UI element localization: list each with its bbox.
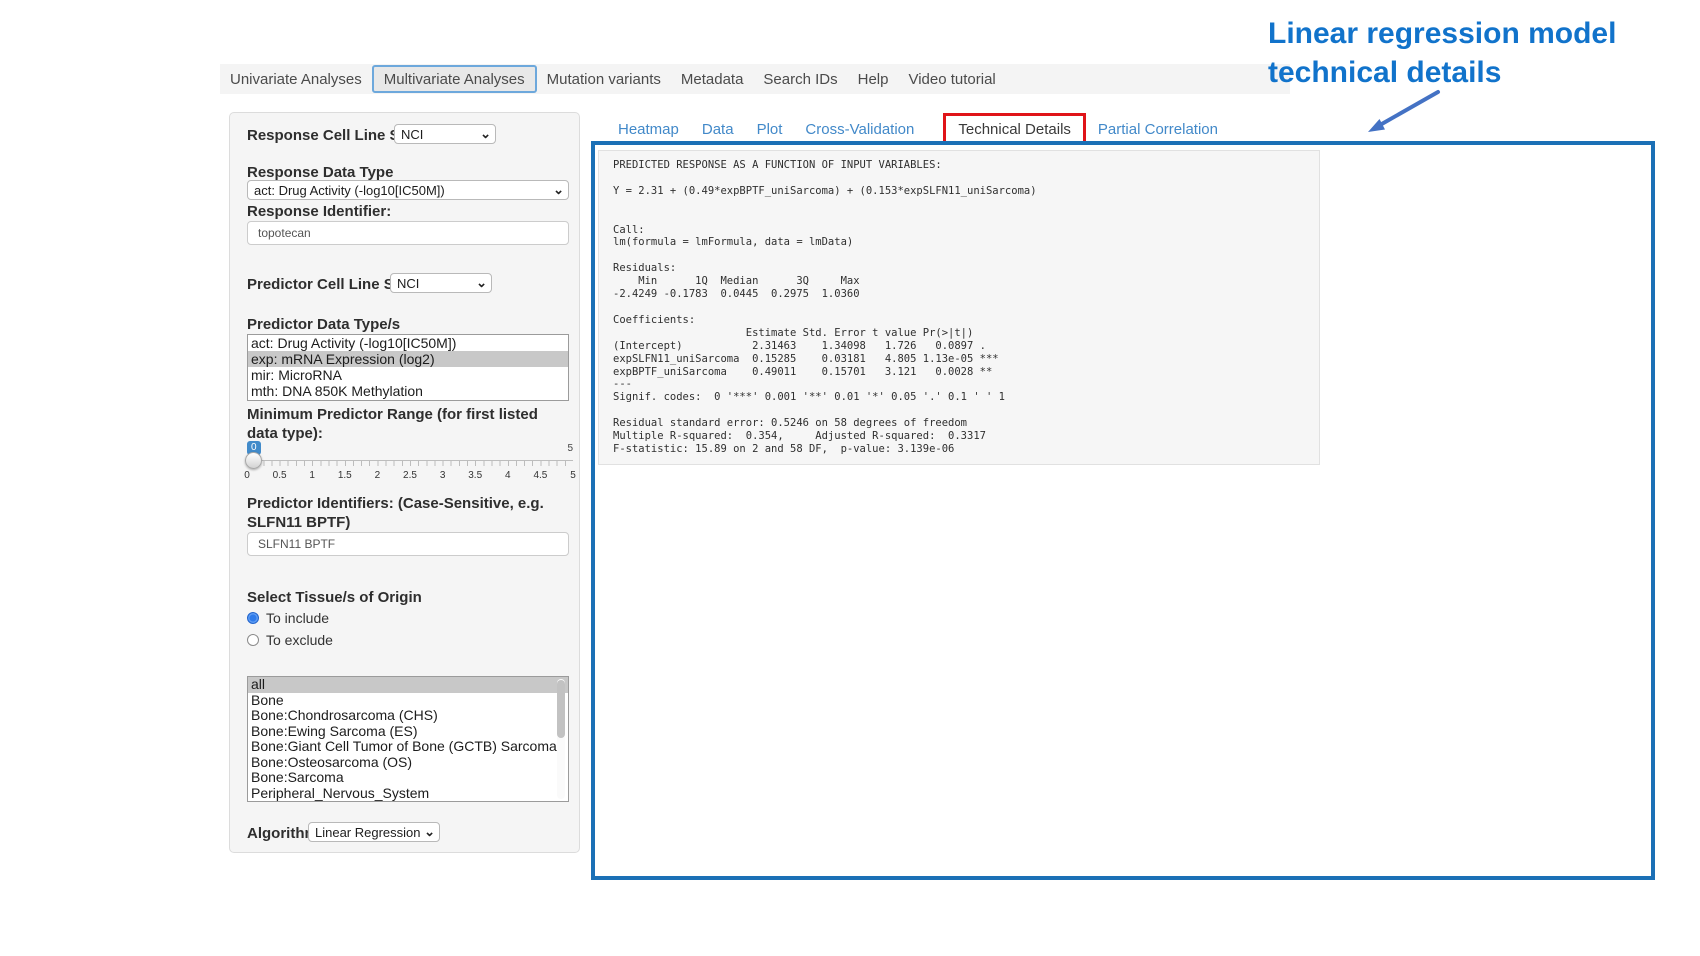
list-item[interactable]: mir: MicroRNA: [248, 367, 568, 383]
list-item[interactable]: Bone:Chondrosarcoma (CHS): [248, 708, 568, 724]
list-item[interactable]: exp: mRNA Expression (log2): [248, 351, 568, 367]
tab-plot[interactable]: Plot: [757, 121, 783, 138]
response-data-type-label: Response Data Type: [247, 164, 567, 181]
tick-label: 3.5: [468, 470, 482, 481]
predictor-cell-line-set-select[interactable]: NCI ⌄: [390, 273, 492, 293]
list-item[interactable]: mth: DNA 850K Methylation: [248, 383, 568, 399]
tick-label: 5: [570, 470, 576, 481]
annotation-line-2: technical details: [1268, 53, 1688, 92]
tab-heatmap[interactable]: Heatmap: [618, 121, 679, 138]
tick-label: 2.5: [403, 470, 417, 481]
app-screen: Univariate Analyses Multivariate Analyse…: [0, 0, 1700, 956]
tick-label: 4: [505, 470, 511, 481]
nav-help[interactable]: Help: [848, 64, 899, 94]
chevron-down-icon: ⌄: [424, 827, 435, 837]
slider-tick-labels: 0 0.5 1 1.5 2 2.5 3 3.5 4 4.5 5: [247, 470, 573, 482]
nav-video-tutorial[interactable]: Video tutorial: [898, 64, 1005, 94]
list-item[interactable]: Bone:Osteosarcoma (OS): [248, 755, 568, 771]
nav-mutation-variants[interactable]: Mutation variants: [537, 64, 671, 94]
response-identifier-input[interactable]: [247, 221, 569, 245]
tissue-include-label: To include: [266, 610, 329, 626]
annotation-arrow-icon: [1358, 86, 1454, 138]
response-data-type-value: act: Drug Activity (-log10[IC50M]): [254, 183, 550, 198]
algorithm-select[interactable]: Linear Regression ⌄: [308, 822, 440, 842]
radio-unselected-icon[interactable]: [247, 634, 259, 646]
tab-cross-validation[interactable]: Cross-Validation: [805, 121, 914, 138]
chevron-down-icon: ⌄: [553, 185, 564, 195]
tick-label: 1.5: [338, 470, 352, 481]
tick-label: 2: [375, 470, 381, 481]
predictor-data-types-label: Predictor Data Type/s: [247, 316, 567, 333]
sidebar-form: Response Cell Line Set NCI ⌄ Response Da…: [229, 112, 580, 853]
predictor-cell-line-set-value: NCI: [397, 276, 473, 291]
response-cell-line-set-select[interactable]: NCI ⌄: [394, 124, 496, 144]
response-identifier-label: Response Identifier:: [247, 203, 567, 220]
tick-label: 3: [440, 470, 446, 481]
technical-details-panel: PREDICTED RESPONSE AS A FUNCTION OF INPU…: [591, 141, 1655, 880]
top-nav: Univariate Analyses Multivariate Analyse…: [220, 64, 1290, 94]
list-item[interactable]: all: [248, 677, 568, 693]
nav-univariate-analyses[interactable]: Univariate Analyses: [220, 64, 372, 94]
r-model-output: PREDICTED RESPONSE AS A FUNCTION OF INPU…: [598, 150, 1320, 465]
tissue-include-radio-row[interactable]: To include: [247, 610, 329, 626]
scrollbar-thumb[interactable]: [557, 680, 565, 738]
list-item[interactable]: Peripheral_Nervous_System: [248, 786, 568, 802]
algorithm-value: Linear Regression: [315, 825, 421, 840]
tab-data[interactable]: Data: [702, 121, 734, 138]
annotation-text: Linear regression model technical detail…: [1268, 14, 1688, 92]
slider-max-label: 5: [567, 443, 573, 454]
radio-selected-icon[interactable]: [247, 612, 259, 624]
tick-label: 1: [309, 470, 315, 481]
tab-partial-correlation[interactable]: Partial Correlation: [1098, 121, 1218, 138]
list-item[interactable]: Bone:Giant Cell Tumor of Bone (GCTB) Sar…: [248, 739, 568, 755]
response-cell-line-set-value: NCI: [401, 127, 477, 142]
min-predictor-range-slider: 0 5 0 0.5 1 1.5 2 2.5 3 3.5 4 4.5 5: [247, 441, 573, 489]
predictor-identifiers-label: Predictor Identifiers: (Case-Sensitive, …: [247, 494, 567, 532]
predictor-data-types-listbox: act: Drug Activity (-log10[IC50M]) exp: …: [247, 334, 569, 401]
list-item[interactable]: Bone: [248, 693, 568, 709]
tissue-exclude-label: To exclude: [266, 632, 333, 648]
chevron-down-icon: ⌄: [476, 278, 487, 288]
nav-search-ids[interactable]: Search IDs: [753, 64, 847, 94]
nav-multivariate-analyses[interactable]: Multivariate Analyses: [372, 65, 537, 93]
scrollbar[interactable]: [557, 679, 565, 799]
slider-ticks: [247, 461, 573, 466]
list-item[interactable]: Bone:Ewing Sarcoma (ES): [248, 724, 568, 740]
tick-label: 0: [244, 470, 250, 481]
predictor-identifiers-input[interactable]: [247, 532, 569, 556]
tissue-origin-label: Select Tissue/s of Origin: [247, 589, 567, 606]
tick-label: 4.5: [533, 470, 547, 481]
tissue-listbox: all Bone Bone:Chondrosarcoma (CHS) Bone:…: [247, 676, 569, 802]
tissue-exclude-radio-row[interactable]: To exclude: [247, 632, 333, 648]
nav-metadata[interactable]: Metadata: [671, 64, 754, 94]
response-data-type-select[interactable]: act: Drug Activity (-log10[IC50M]) ⌄: [247, 180, 569, 200]
min-predictor-range-label: Minimum Predictor Range (for first liste…: [247, 405, 567, 443]
list-item[interactable]: Bone:Sarcoma: [248, 770, 568, 786]
annotation-line-1: Linear regression model: [1268, 14, 1688, 53]
slider-handle[interactable]: [245, 452, 262, 469]
tick-label: 0.5: [273, 470, 287, 481]
list-item[interactable]: act: Drug Activity (-log10[IC50M]): [248, 335, 568, 351]
chevron-down-icon: ⌄: [480, 129, 491, 139]
